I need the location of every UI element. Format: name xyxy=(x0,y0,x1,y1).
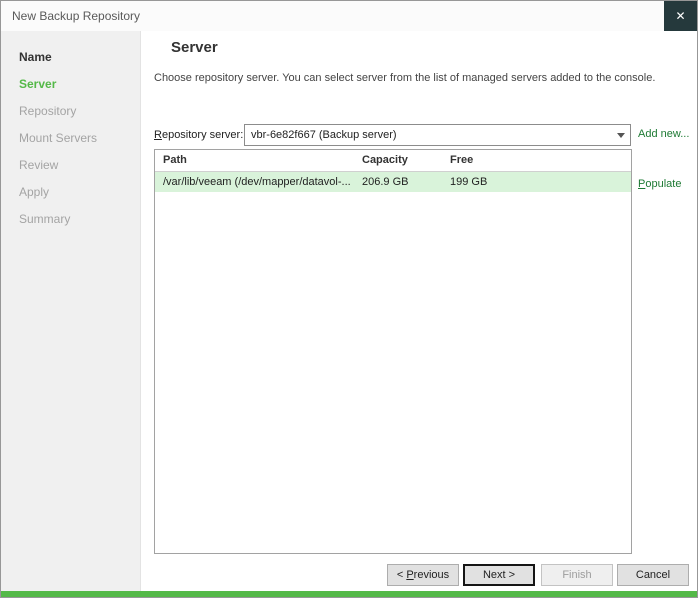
new-backup-repository-window: New Backup Repository ✕ Name Server Repo… xyxy=(0,0,698,598)
sidebar-item-repository[interactable]: Repository xyxy=(1,98,140,125)
next-button[interactable]: Next > xyxy=(463,564,535,586)
window-body: Name Server Repository Mount Servers Rev… xyxy=(1,31,697,591)
repository-server-select[interactable]: vbr-6e82f667 (Backup server) xyxy=(244,124,631,146)
repository-server-label-rest: epository server: xyxy=(162,129,243,141)
table-row[interactable]: /var/lib/veeam (/dev/mapper/datavol-... … xyxy=(155,172,631,192)
repository-path-table: Path Capacity Free /var/lib/veeam (/dev/… xyxy=(154,149,632,554)
sidebar-item-apply[interactable]: Apply xyxy=(1,179,140,206)
close-icon[interactable]: ✕ xyxy=(664,1,697,31)
cell-path: /var/lib/veeam (/dev/mapper/datavol-... xyxy=(155,172,354,192)
add-new-link[interactable]: Add new... xyxy=(638,128,689,140)
repository-server-label-mnemonic: R xyxy=(154,129,162,141)
accent-bottom-strip xyxy=(1,591,697,597)
repository-server-label: Repository server: xyxy=(154,124,243,146)
sidebar-item-server[interactable]: Server xyxy=(1,71,140,98)
sidebar-item-mount-servers[interactable]: Mount Servers xyxy=(1,125,140,152)
sidebar-item-summary[interactable]: Summary xyxy=(1,206,140,233)
cell-free: 199 GB xyxy=(442,172,631,192)
repository-server-value: vbr-6e82f667 (Backup server) xyxy=(245,129,612,141)
wizard-page-content: Server Choose repository server. You can… xyxy=(141,31,697,591)
column-header-free[interactable]: Free xyxy=(442,150,631,171)
populate-rest: opulate xyxy=(645,178,681,190)
finish-button[interactable]: Finish xyxy=(541,564,613,586)
column-header-capacity[interactable]: Capacity xyxy=(354,150,442,171)
sidebar-item-name[interactable]: Name xyxy=(1,44,140,71)
cancel-button[interactable]: Cancel xyxy=(617,564,689,586)
cell-capacity: 206.9 GB xyxy=(354,172,442,192)
page-title: Server xyxy=(171,39,218,56)
page-description: Choose repository server. You can select… xyxy=(154,72,683,84)
window-title: New Backup Repository xyxy=(1,9,140,23)
sidebar-item-review[interactable]: Review xyxy=(1,152,140,179)
populate-link[interactable]: Populate xyxy=(638,178,681,190)
previous-mnemonic: P xyxy=(406,569,413,581)
footer-buttons: < Previous Next > Finish Cancel xyxy=(387,564,689,586)
table-header: Path Capacity Free xyxy=(155,150,631,172)
previous-rest: revious xyxy=(414,569,449,581)
previous-button[interactable]: < Previous xyxy=(387,564,459,586)
chevron-down-icon xyxy=(612,125,630,145)
wizard-steps-sidebar: Name Server Repository Mount Servers Rev… xyxy=(1,31,141,591)
column-header-path[interactable]: Path xyxy=(155,150,354,171)
previous-prefix: < xyxy=(397,569,406,581)
titlebar: New Backup Repository ✕ xyxy=(1,1,697,31)
